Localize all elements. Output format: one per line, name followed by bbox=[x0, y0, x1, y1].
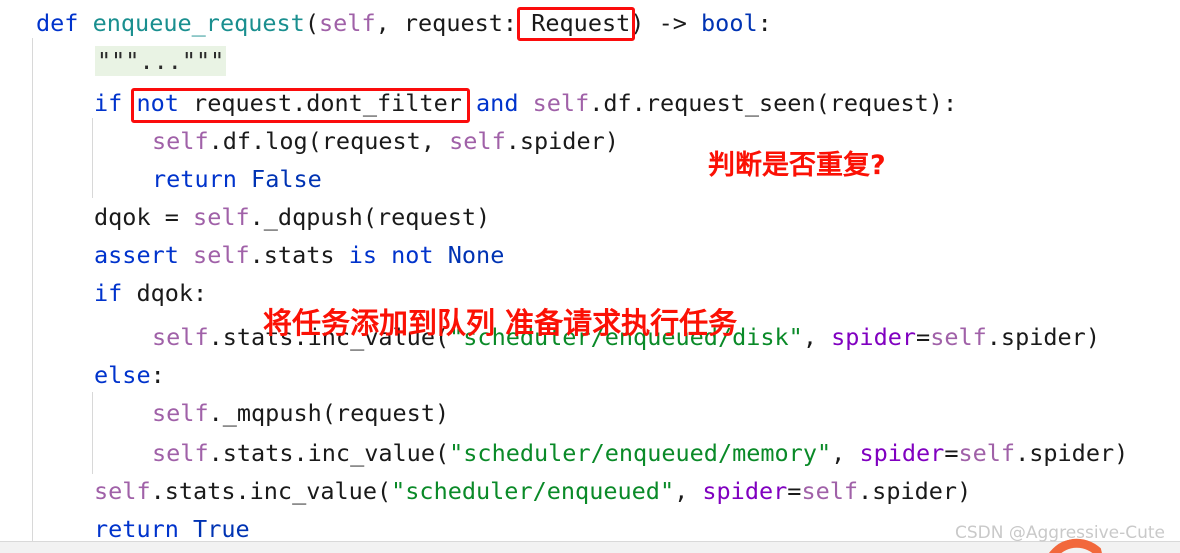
line-assert-token-4: is bbox=[348, 241, 377, 269]
csdn-watermark: CSDN @Aggressive-Cute bbox=[955, 523, 1166, 543]
line-inc-total-token-4: spider bbox=[702, 477, 788, 505]
line-assert-token-7 bbox=[434, 241, 448, 269]
line-def-token-5: , request: bbox=[375, 9, 532, 37]
line-assert[interactable]: assert self.stats is not None bbox=[0, 236, 504, 274]
line-df-log-token-1: .df.log(request, bbox=[208, 127, 450, 155]
line-df-log-token-3: .spider) bbox=[505, 127, 619, 155]
line-else[interactable]: else: bbox=[0, 356, 165, 394]
line-assert-token-6: not bbox=[391, 241, 434, 269]
collapsed-docstring-chip[interactable]: """...""" bbox=[95, 46, 227, 76]
line-inc-total-token-2: "scheduler/enqueued" bbox=[391, 477, 675, 505]
line-mqpush-token-1: ._mqpush(request) bbox=[208, 399, 450, 427]
line-inc-disk-token-7: .spider) bbox=[986, 323, 1100, 351]
line-def-token-1 bbox=[78, 9, 92, 37]
code-screenshot: def enqueue_request(self, request: Reque… bbox=[0, 0, 1180, 553]
line-mqpush[interactable]: self._mqpush(request) bbox=[0, 394, 449, 432]
line-return-false-token-2: False bbox=[251, 165, 322, 193]
line-def-token-2: enqueue_request bbox=[92, 9, 305, 37]
line-assert-token-8: None bbox=[447, 241, 505, 269]
line-if-not-token-3: request.dont_filter bbox=[178, 89, 477, 117]
line-df-log[interactable]: self.df.log(request, self.spider) bbox=[0, 122, 619, 160]
line-inc-total[interactable]: self.stats.inc_value("scheduler/enqueued… bbox=[0, 472, 971, 510]
line-inc-memory-token-1: .stats.inc_value( bbox=[208, 439, 450, 467]
line-if-not-token-1 bbox=[122, 89, 136, 117]
line-inc-memory-token-7: .spider) bbox=[1015, 439, 1129, 467]
line-return-false-token-1 bbox=[237, 165, 251, 193]
line-inc-memory-token-4: spider bbox=[859, 439, 945, 467]
line-if-dqok[interactable]: if dqok: bbox=[0, 274, 207, 312]
line-if-not[interactable]: if not request.dont_filter and self.df.r… bbox=[0, 84, 957, 122]
line-if-dqok-token-1: dqok: bbox=[122, 279, 208, 307]
line-inc-total-token-1: .stats.inc_value( bbox=[150, 477, 392, 505]
line-if-not-token-0: if bbox=[94, 89, 123, 117]
line-def-token-6: Request bbox=[531, 9, 631, 37]
line-df-log-token-2: self bbox=[449, 127, 506, 155]
line-def-token-4: self bbox=[319, 9, 376, 37]
line-return-false-token-0: return bbox=[152, 165, 237, 193]
line-inc-total-token-7: .spider) bbox=[858, 477, 972, 505]
line-if-not-token-7: .df.request_seen(request): bbox=[589, 89, 958, 117]
annotation-enqueue: 将任务添加到队列 准备请求执行任务 bbox=[263, 306, 738, 340]
line-if-dqok-token-0: if bbox=[94, 279, 123, 307]
line-inc-memory-token-3: , bbox=[831, 439, 860, 467]
annotation-duplicate: 判断是否重复? bbox=[708, 150, 886, 181]
line-inc-memory-token-0: self bbox=[152, 439, 209, 467]
line-inc-total-token-0: self bbox=[94, 477, 151, 505]
line-assert-token-1 bbox=[179, 241, 193, 269]
line-assert-token-2: self bbox=[193, 241, 250, 269]
line-dqok-token-0: dqok = bbox=[94, 203, 194, 231]
line-def-token-8: -> bbox=[658, 9, 702, 37]
line-inc-disk-token-6: self bbox=[930, 323, 987, 351]
line-def-token-10: : bbox=[757, 9, 772, 37]
line-inc-disk-token-3: , bbox=[802, 323, 832, 351]
line-dqok-token-1: self bbox=[193, 203, 250, 231]
line-def-token-9: bool bbox=[701, 9, 758, 37]
line-dqok-token-2: ._dqpush(request) bbox=[249, 203, 491, 231]
line-inc-disk-token-5: = bbox=[916, 323, 931, 351]
line-inc-total-token-6: self bbox=[801, 477, 859, 505]
line-mqpush-token-0: self bbox=[152, 399, 209, 427]
line-return-true-token-0: return bbox=[94, 515, 179, 543]
line-inc-disk-token-0: self bbox=[152, 323, 209, 351]
line-return-true-token-1 bbox=[179, 515, 193, 543]
line-inc-memory-token-2: "scheduler/enqueued/memory" bbox=[449, 439, 832, 467]
code-editor-surface[interactable]: def enqueue_request(self, request: Reque… bbox=[0, 0, 1180, 553]
line-inc-total-token-5: = bbox=[787, 477, 802, 505]
line-assert-token-5 bbox=[377, 241, 391, 269]
line-assert-token-3: .stats bbox=[249, 241, 349, 269]
line-inc-total-token-3: , bbox=[674, 477, 703, 505]
line-def-token-3: ( bbox=[304, 9, 319, 37]
line-inc-memory-token-5: = bbox=[944, 439, 959, 467]
line-inc-memory-token-6: self bbox=[958, 439, 1016, 467]
line-if-not-token-5 bbox=[518, 89, 532, 117]
line-def[interactable]: def enqueue_request(self, request: Reque… bbox=[0, 4, 772, 42]
line-return-true-token-2: True bbox=[193, 515, 250, 543]
line-def-token-0: def bbox=[36, 9, 79, 37]
line-inc-memory[interactable]: self.stats.inc_value("scheduler/enqueued… bbox=[0, 434, 1128, 472]
line-if-not-token-6: self bbox=[532, 89, 590, 117]
line-df-log-token-0: self bbox=[152, 127, 209, 155]
line-inc-disk-token-4: spider bbox=[831, 323, 917, 351]
line-else-token-0: else bbox=[94, 361, 151, 389]
line-return-false[interactable]: return False bbox=[0, 160, 322, 198]
line-dqok[interactable]: dqok = self._dqpush(request) bbox=[0, 198, 490, 236]
line-if-not-token-2: not bbox=[136, 89, 179, 117]
line-if-not-token-4: and bbox=[476, 89, 519, 117]
line-assert-token-0: assert bbox=[94, 241, 179, 269]
bottom-band bbox=[0, 542, 1180, 553]
line-def-token-7: ) bbox=[630, 9, 659, 37]
line-else-token-1: : bbox=[150, 361, 165, 389]
